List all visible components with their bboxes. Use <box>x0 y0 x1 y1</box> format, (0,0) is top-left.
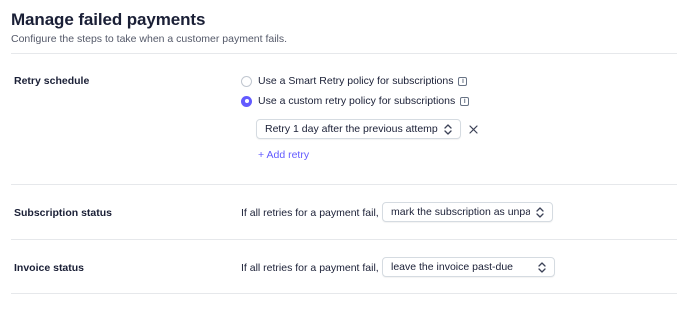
invoice-status-value: leave the invoice past-due <box>391 261 513 273</box>
failed-payments-settings: Manage failed payments Configure the ste… <box>0 0 677 335</box>
info-icon[interactable]: i <box>460 96 470 106</box>
invoice-status-label: Invoice status <box>14 262 85 274</box>
chevron-up-down-icon <box>444 123 452 135</box>
invoice-status-select[interactable]: leave the invoice past-due <box>382 257 555 277</box>
add-retry-button[interactable]: + Add retry <box>258 149 309 161</box>
smart-retry-label[interactable]: Use a Smart Retry policy for subscriptio… <box>258 75 453 87</box>
divider <box>11 239 677 240</box>
custom-retry-radio[interactable] <box>241 95 252 107</box>
retry-interval-value: Retry 1 day after the previous attempt <box>265 123 438 135</box>
subscription-status-select[interactable]: mark the subscription as unpaid <box>382 202 553 222</box>
smart-retry-radio[interactable] <box>241 75 252 87</box>
remove-retry-close-icon[interactable] <box>467 123 479 135</box>
subscription-status-prefix: If all retries for a payment fail, <box>241 207 379 219</box>
info-icon[interactable]: i <box>458 76 468 86</box>
subscription-status-label: Subscription status <box>14 207 113 219</box>
retry-interval-select[interactable]: Retry 1 day after the previous attempt <box>256 119 461 139</box>
custom-retry-option[interactable]: Use a custom retry policy for subscripti… <box>241 94 470 108</box>
divider <box>11 293 677 294</box>
retry-schedule-label: Retry schedule <box>14 75 90 87</box>
page-title: Manage failed payments <box>11 10 206 29</box>
chevron-up-down-icon <box>536 206 544 218</box>
divider <box>11 184 677 185</box>
subscription-status-value: mark the subscription as unpaid <box>391 206 530 218</box>
invoice-status-prefix: If all retries for a payment fail, <box>241 262 379 274</box>
divider <box>11 53 677 54</box>
page-subtitle: Configure the steps to take when a custo… <box>11 33 288 45</box>
smart-retry-option[interactable]: Use a Smart Retry policy for subscriptio… <box>241 74 468 88</box>
custom-retry-label[interactable]: Use a custom retry policy for subscripti… <box>258 95 455 107</box>
chevron-up-down-icon <box>538 261 546 273</box>
